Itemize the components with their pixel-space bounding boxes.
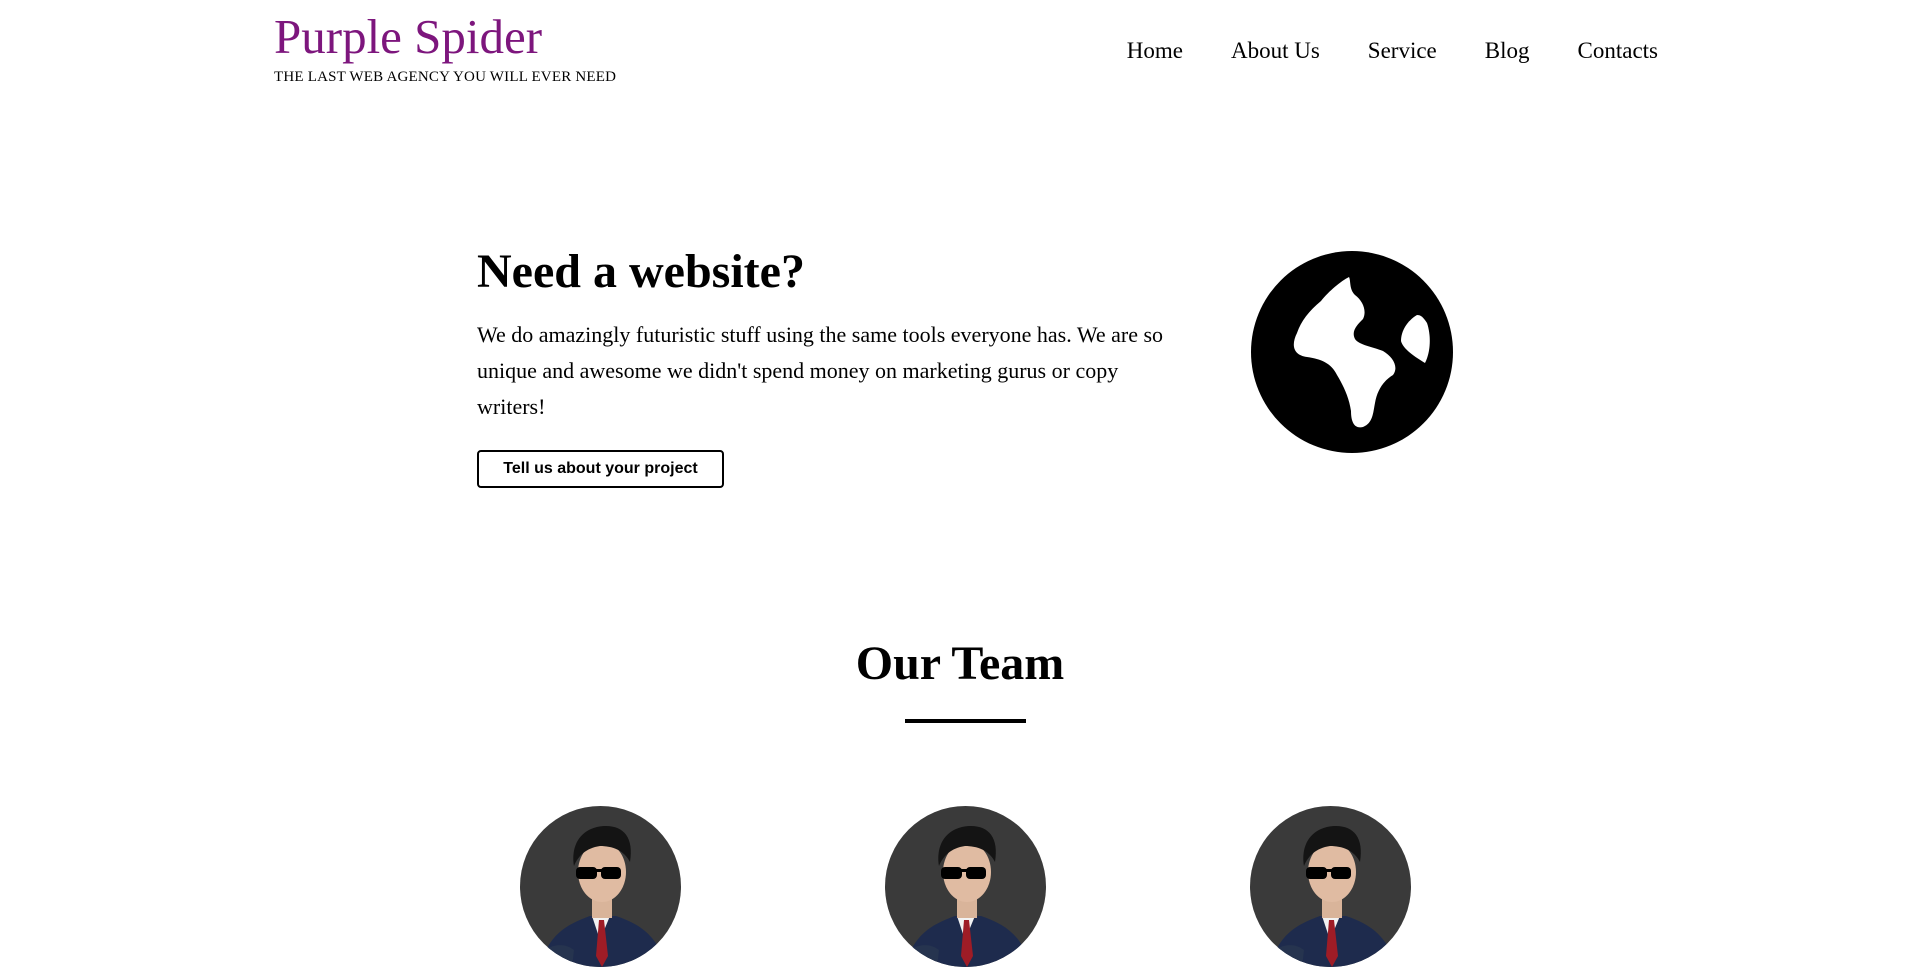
- team-section-title: Our Team: [855, 637, 1065, 690]
- team-member-avatar[interactable]: [885, 806, 1046, 967]
- brand[interactable]: Purple Spider THE LAST WEB AGENCY YOU WI…: [274, 12, 616, 86]
- nav-item-home[interactable]: Home: [1127, 38, 1183, 64]
- nav-item-service[interactable]: Service: [1368, 38, 1437, 64]
- tell-us-about-project-button[interactable]: Tell us about your project: [477, 450, 724, 489]
- nav-item-contacts[interactable]: Contacts: [1578, 38, 1659, 64]
- hero-title: Need a website?: [477, 245, 805, 298]
- nav-item-about-us[interactable]: About Us: [1231, 38, 1320, 64]
- hero-description: We do amazingly futuristic stuff using t…: [477, 322, 1164, 420]
- team-title-underline: [905, 719, 1026, 723]
- nav-item-blog[interactable]: Blog: [1485, 38, 1530, 64]
- site-logo-title[interactable]: Purple Spider: [274, 12, 616, 61]
- hero-section: Need a website? We do amazingly futurist…: [477, 244, 1177, 489]
- globe-icon: [1251, 251, 1453, 453]
- site-tagline: THE LAST WEB AGENCY YOU WILL EVER NEED: [274, 69, 617, 85]
- team-member-avatar[interactable]: [1250, 806, 1411, 967]
- main-nav: Home About Us Service Blog Contacts: [1127, 38, 1658, 64]
- team-member-avatar[interactable]: [520, 806, 681, 967]
